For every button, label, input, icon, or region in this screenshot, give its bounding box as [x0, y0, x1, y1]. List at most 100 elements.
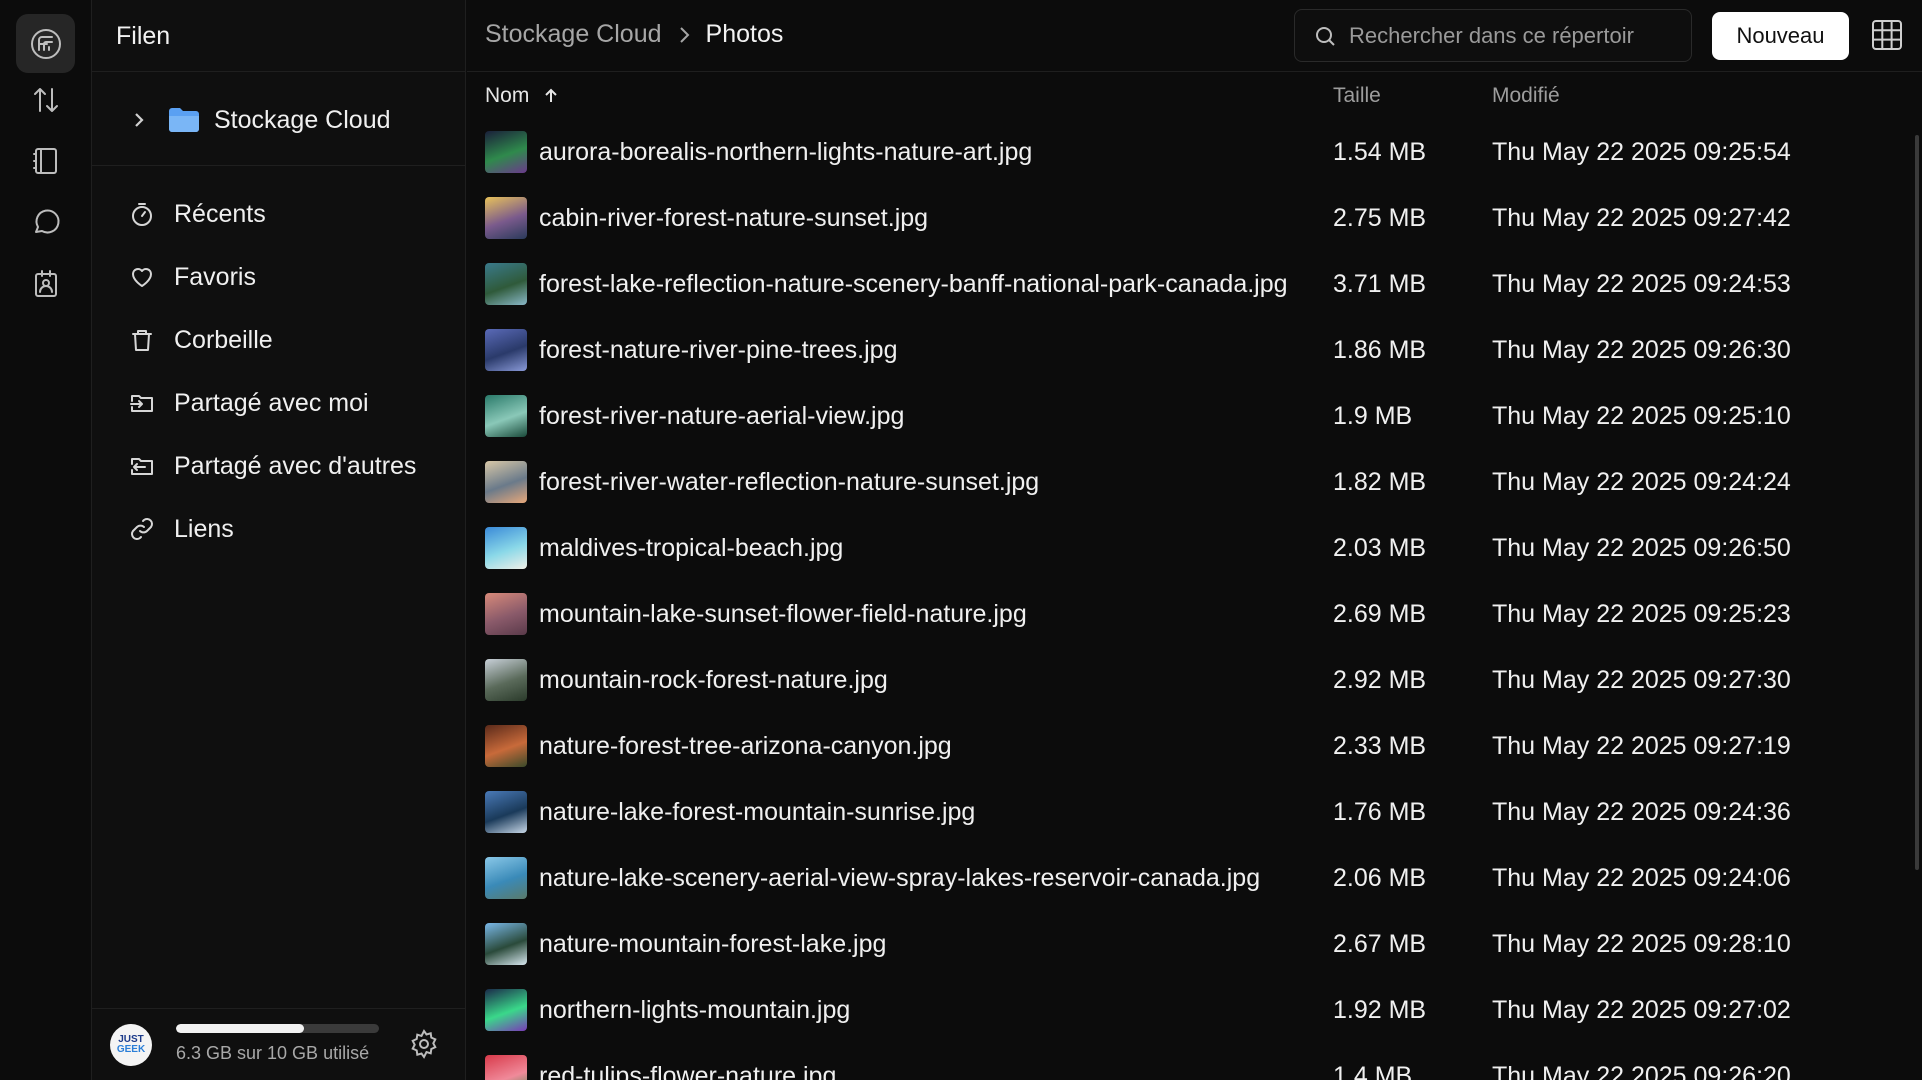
column-header-name[interactable]: Nom	[485, 84, 561, 108]
file-size: 3.71 MB	[1333, 270, 1427, 298]
file-modified: Thu May 22 2025 09:24:24	[1492, 468, 1791, 496]
file-name: northern-lights-mountain.jpg	[539, 996, 851, 1024]
file-thumbnail	[485, 857, 527, 899]
breadcrumb-item[interactable]: Stockage Cloud	[485, 20, 662, 49]
new-button[interactable]: Nouveau	[1712, 12, 1849, 60]
table-row[interactable]: forest-lake-reflection-nature-scenery-ba…	[467, 252, 1917, 318]
sidebar-item-recents[interactable]: Récents	[128, 192, 266, 236]
table-row[interactable]: forest-river-water-reflection-nature-sun…	[467, 450, 1917, 516]
sidebar-item-label: Liens	[174, 514, 234, 543]
search-input[interactable]	[1349, 22, 1669, 49]
topbar: Stockage Cloud Photos Nouveau	[467, 0, 1922, 72]
sidebar-item-partage-avec-moi[interactable]: Partagé avec moi	[128, 381, 369, 425]
file-size: 1.92 MB	[1333, 996, 1427, 1024]
file-modified: Thu May 22 2025 09:26:20	[1492, 1062, 1791, 1080]
file-name: forest-river-nature-aerial-view.jpg	[539, 402, 905, 430]
file-thumbnail	[485, 725, 527, 767]
trash-icon	[132, 330, 152, 351]
sidebar-item-label: Récents	[174, 199, 266, 228]
filen-logo-icon[interactable]	[16, 14, 75, 73]
file-thumbnail	[485, 461, 527, 503]
column-header-label: Nom	[485, 84, 530, 107]
storage-quota-fill	[176, 1024, 304, 1033]
sidebar-item-liens[interactable]: Liens	[128, 507, 234, 551]
file-thumbnail	[485, 131, 527, 173]
file-modified: Thu May 22 2025 09:27:42	[1492, 204, 1791, 232]
file-size: 1.4 MB	[1333, 1062, 1413, 1080]
settings-button[interactable]	[408, 1028, 440, 1060]
table-row[interactable]: maldives-tropical-beach.jpg 2.03 MB Thu Ma…	[467, 516, 1917, 582]
file-size: 1.86 MB	[1333, 336, 1427, 364]
file-modified: Thu May 22 2025 09:24:53	[1492, 270, 1791, 298]
sidebar-item-corbeille[interactable]: Corbeille	[128, 318, 273, 362]
file-thumbnail	[485, 659, 527, 701]
file-thumbnail	[485, 395, 527, 437]
file-thumbnail	[485, 791, 527, 833]
gear-icon	[411, 1029, 437, 1059]
column-header-size[interactable]: Taille	[1333, 84, 1381, 108]
file-size: 1.76 MB	[1333, 798, 1427, 826]
avatar-text: GEEK	[116, 1044, 146, 1055]
chat-icon[interactable]	[16, 193, 75, 252]
table-row[interactable]: cabin-river-forest-nature-sunset.jpg 2.75…	[467, 186, 1917, 252]
chevron-right-icon[interactable]	[128, 109, 150, 131]
table-row[interactable]: northern-lights-mountain.jpg 1.92 MB Thu M…	[467, 978, 1917, 1044]
file-thumbnail	[485, 593, 527, 635]
table-row[interactable]: forest-river-nature-aerial-view.jpg 1.9 M…	[467, 384, 1917, 450]
file-name: aurora-borealis-northern-lights-nature-a…	[539, 138, 1033, 166]
sidebar-item-partage-avec-autres[interactable]: Partagé avec d'autres	[128, 444, 416, 488]
link-icon	[131, 518, 153, 540]
file-thumbnail	[485, 329, 527, 371]
file-modified: Thu May 22 2025 09:26:30	[1492, 336, 1791, 364]
file-name: maldives-tropical-beach.jpg	[539, 534, 844, 562]
sidebar-item-favoris[interactable]: Favoris	[128, 255, 256, 299]
column-header-modified[interactable]: Modifié	[1492, 84, 1560, 108]
breadcrumb: Stockage Cloud Photos	[485, 20, 783, 49]
sidebar-item-label: Partagé avec moi	[174, 388, 369, 417]
file-thumbnail	[485, 1055, 527, 1080]
folder-icon	[169, 108, 199, 132]
file-name: nature-lake-scenery-aerial-view-spray-la…	[539, 864, 1261, 892]
table-row[interactable]: nature-lake-forest-mountain-sunrise.jpg 1…	[467, 780, 1917, 846]
file-size: 2.03 MB	[1333, 534, 1427, 562]
table-row[interactable]: mountain-lake-sunset-flower-field-nature…	[467, 582, 1917, 648]
file-modified: Thu May 22 2025 09:24:06	[1492, 864, 1791, 892]
file-name: red-tulips-flower-nature.jpg	[539, 1062, 837, 1080]
table-row[interactable]: nature-forest-tree-arizona-canyon.jpg 2.3…	[467, 714, 1917, 780]
file-modified: Thu May 22 2025 09:27:19	[1492, 732, 1791, 760]
file-name: cabin-river-forest-nature-sunset.jpg	[539, 204, 929, 232]
sidebar: Filen Stockage Cloud Récents Favoris Cor…	[92, 0, 466, 1080]
table-row[interactable]: aurora-borealis-northern-lights-nature-a…	[467, 120, 1917, 186]
scrollbar[interactable]	[1915, 135, 1919, 870]
divider	[92, 165, 466, 166]
search-box[interactable]	[1294, 9, 1692, 62]
file-modified: Thu May 22 2025 09:24:36	[1492, 798, 1791, 826]
tree-label: Stockage Cloud	[214, 105, 391, 134]
arrow-up-icon	[545, 88, 558, 102]
file-size: 2.75 MB	[1333, 204, 1427, 232]
file-name: nature-forest-tree-arizona-canyon.jpg	[539, 732, 952, 760]
grid-view-toggle[interactable]	[1870, 18, 1904, 52]
file-size: 1.54 MB	[1333, 138, 1427, 166]
table-row[interactable]: nature-lake-scenery-aerial-view-spray-la…	[467, 846, 1917, 912]
breadcrumb-current[interactable]: Photos	[706, 20, 784, 49]
contacts-icon[interactable]	[16, 254, 75, 313]
sidebar-item-label: Corbeille	[174, 325, 273, 354]
divider	[92, 71, 466, 72]
tree-item-stockage-cloud[interactable]: Stockage Cloud	[128, 100, 391, 140]
table-row[interactable]: red-tulips-flower-nature.jpg 1.4 MB Thu Ma…	[467, 1044, 1917, 1080]
file-thumbnail	[485, 263, 527, 305]
file-size: 2.33 MB	[1333, 732, 1427, 760]
sidebar-item-label: Partagé avec d'autres	[174, 451, 417, 480]
grid-icon	[1872, 20, 1902, 50]
transfers-icon[interactable]	[16, 70, 75, 129]
divider	[92, 1008, 466, 1009]
file-size: 2.06 MB	[1333, 864, 1427, 892]
table-row[interactable]: nature-mountain-forest-lake.jpg 2.67 MB Th…	[467, 912, 1917, 978]
shared-out-icon	[131, 458, 153, 475]
table-row[interactable]: forest-nature-river-pine-trees.jpg 1.86 M…	[467, 318, 1917, 384]
file-name: forest-river-water-reflection-nature-sun…	[539, 468, 1040, 496]
notes-icon[interactable]	[16, 131, 75, 190]
avatar[interactable]: JUST GEEK	[110, 1024, 152, 1066]
table-row[interactable]: mountain-rock-forest-nature.jpg 2.92 MB Th…	[467, 648, 1917, 714]
